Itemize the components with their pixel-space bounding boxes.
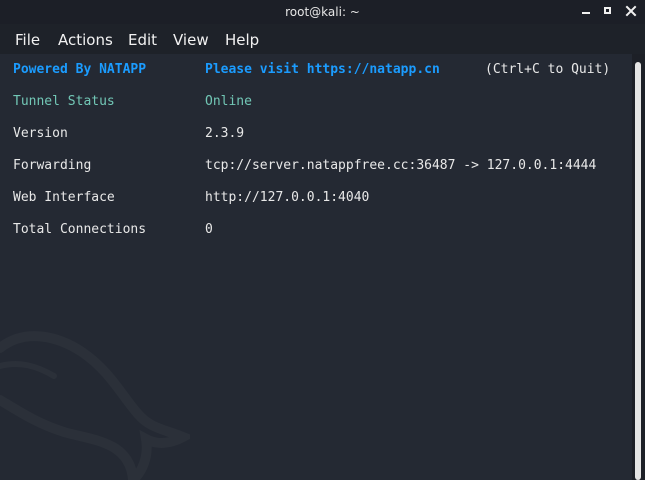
title-bar[interactable]: root@kali: ~ [0, 0, 645, 24]
version-value: 2.3.9 [205, 126, 245, 141]
menu-help[interactable]: Help [225, 30, 259, 50]
total-connections-value: 0 [205, 222, 213, 237]
minimize-button[interactable] [578, 3, 594, 19]
window-title: root@kali: ~ [285, 5, 360, 19]
close-icon [625, 5, 637, 17]
minimize-icon [582, 12, 590, 14]
menu-view[interactable]: View [173, 30, 209, 50]
menu-edit[interactable]: Edit [128, 30, 157, 50]
forwarding-value: tcp://server.natappfree.cc:36487 -> 127.… [205, 158, 597, 173]
web-interface-value: http://127.0.0.1:4040 [205, 190, 370, 205]
kali-dragon-watermark [0, 331, 190, 480]
maximize-icon [604, 7, 611, 14]
forwarding-label: Forwarding [13, 158, 92, 173]
web-interface-label: Web Interface [13, 190, 115, 205]
close-button[interactable] [623, 3, 639, 19]
tunnel-status-label: Tunnel Status [13, 94, 115, 109]
menu-actions[interactable]: Actions [58, 30, 113, 50]
visit-url-text: Please visit https://natapp.cn [205, 62, 440, 77]
maximize-button[interactable] [601, 3, 617, 19]
version-label: Version [13, 126, 68, 141]
scrollbar-thumb[interactable] [635, 62, 641, 480]
quit-hint: (Ctrl+C to Quit) [485, 62, 611, 77]
total-connections-label: Total Connections [13, 222, 147, 237]
terminal-window: root@kali: ~ File Actions Edit View Help… [0, 0, 645, 480]
menu-file[interactable]: File [15, 30, 40, 50]
powered-by-label: Powered By NATAPP [13, 62, 147, 77]
menu-bar: File Actions Edit View Help [0, 24, 645, 54]
tunnel-status-value: Online [205, 94, 252, 109]
